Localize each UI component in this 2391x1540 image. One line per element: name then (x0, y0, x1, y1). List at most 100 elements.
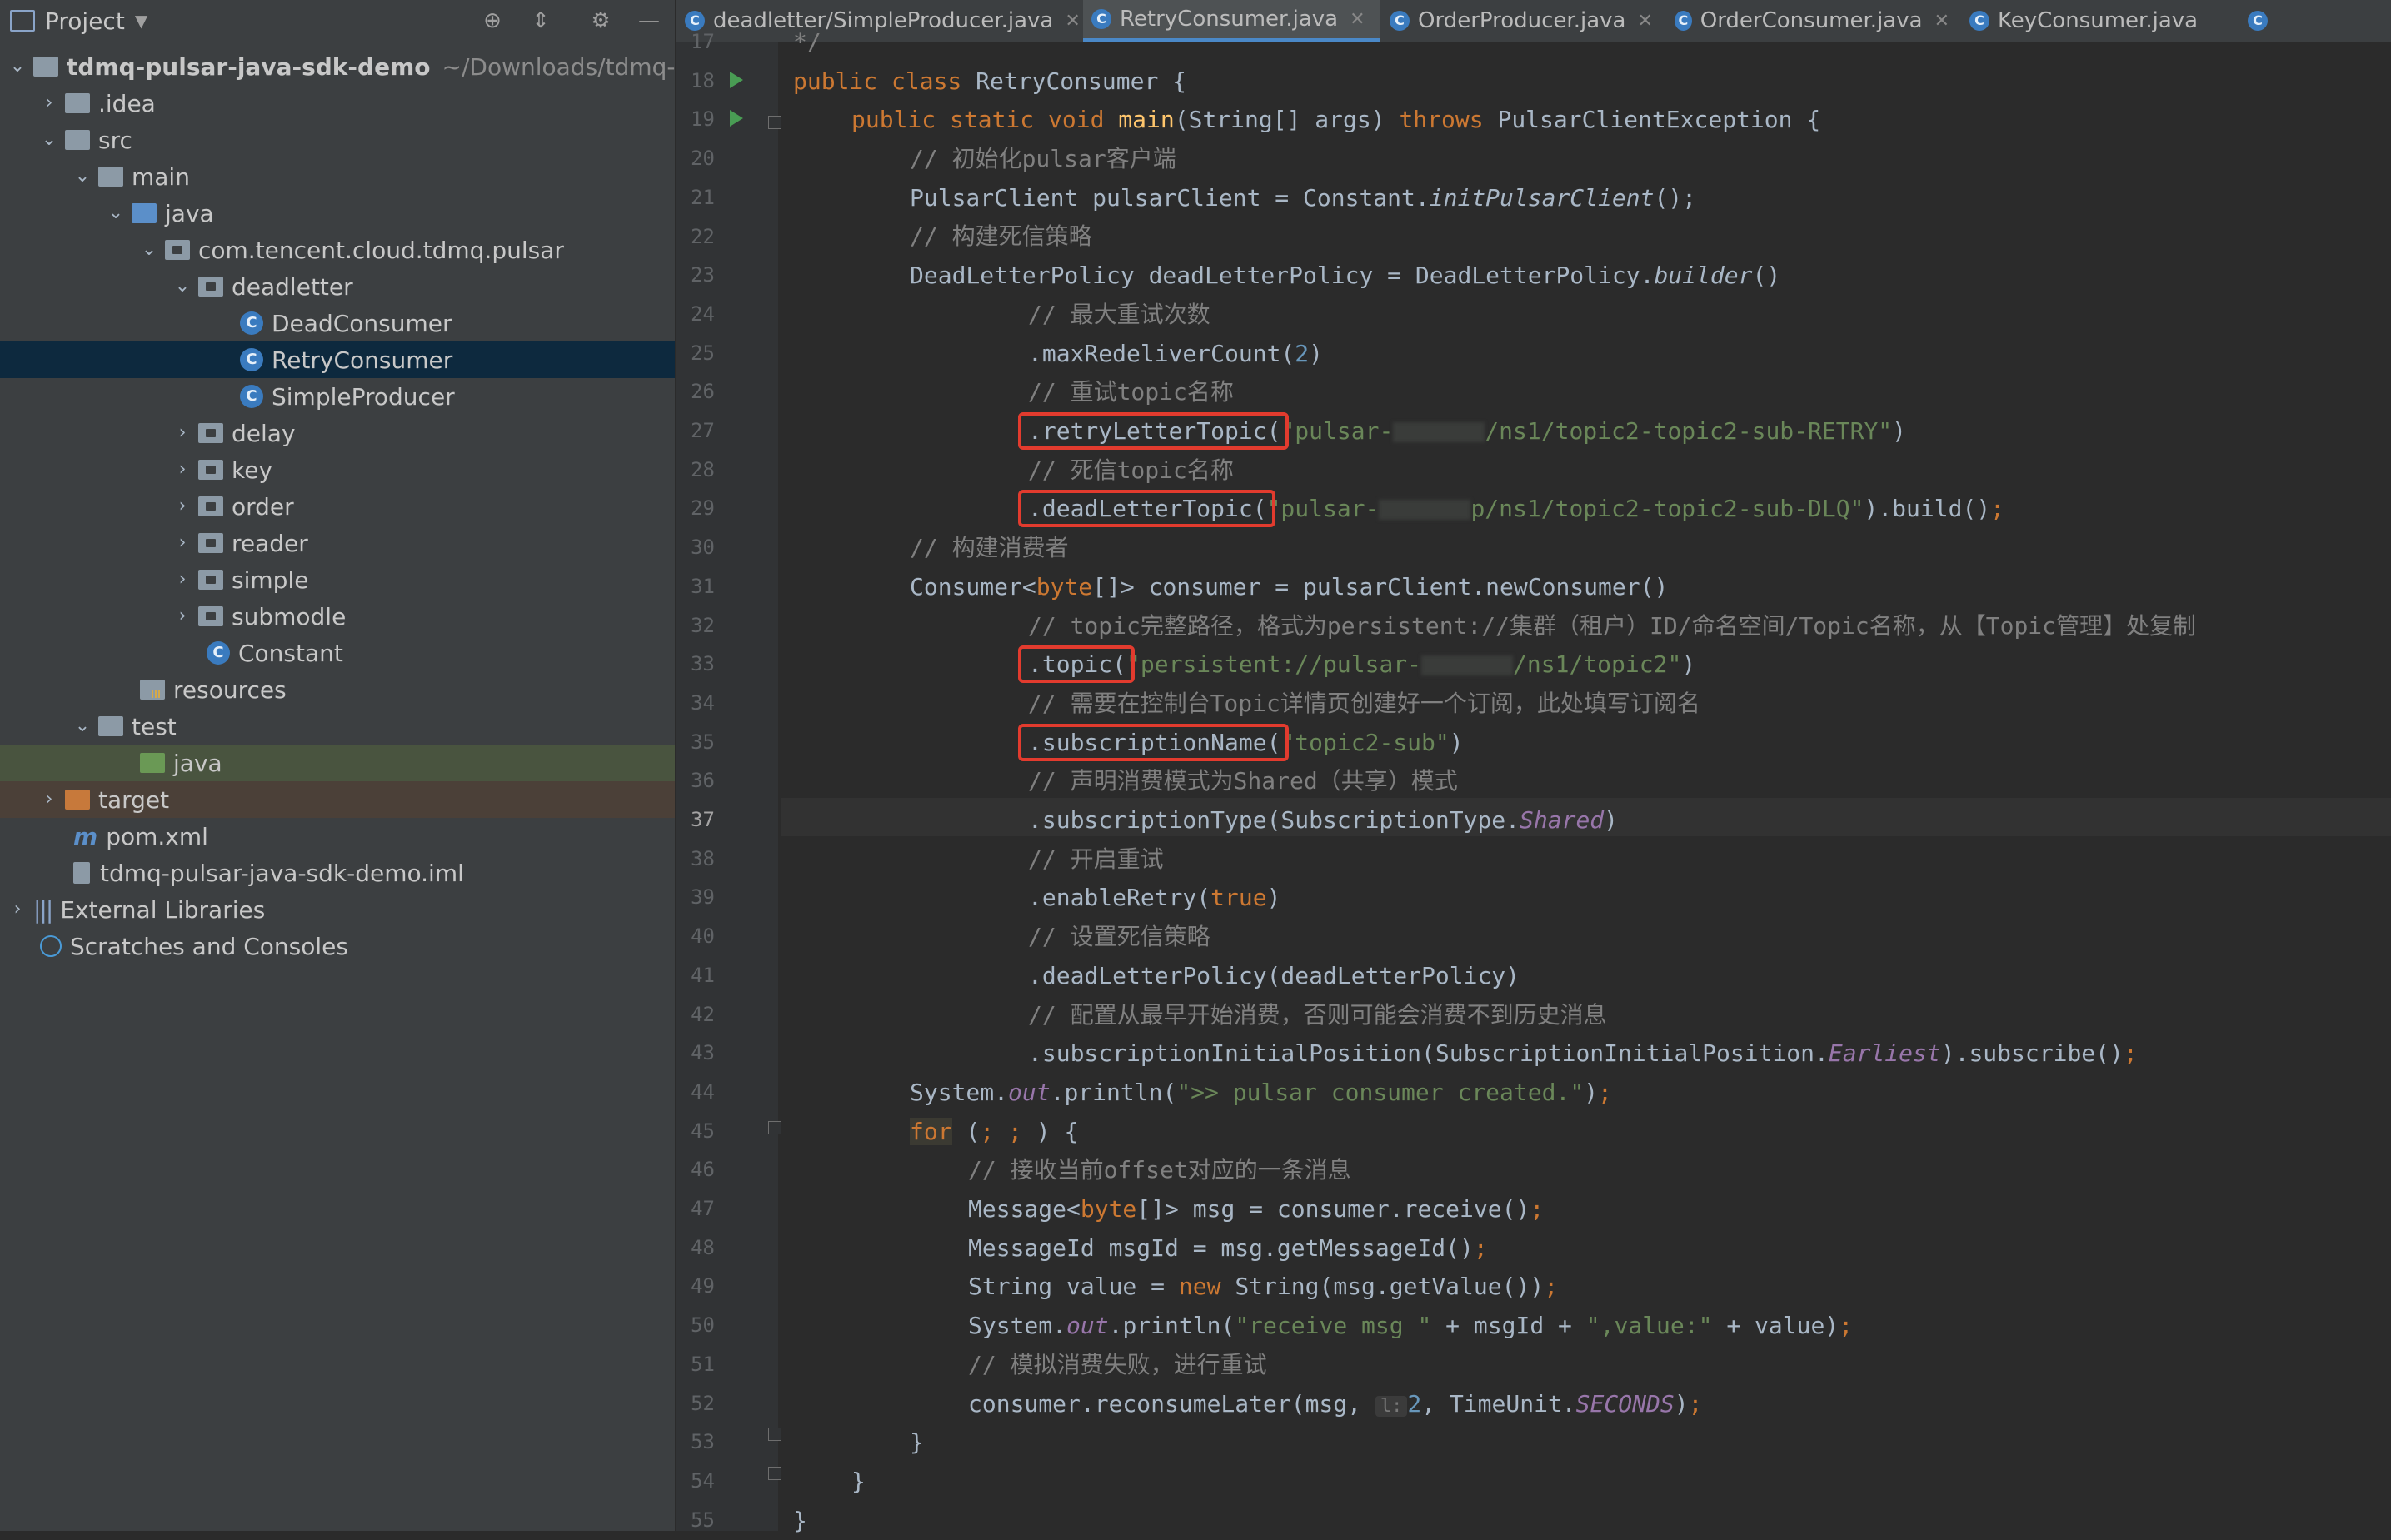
tree-item-package[interactable]: ⌄ com.tencent.cloud.tdmq.pulsar (0, 232, 675, 268)
code-token: 2 (1295, 340, 1310, 367)
code-token: // topic完整路径，格式为persistent://集群（租户）ID/命名… (1028, 612, 2197, 640)
close-icon[interactable]: ✕ (1065, 11, 1080, 32)
code-token: .maxRedeliverCount( (1028, 340, 1295, 367)
line-number: 30 (691, 536, 715, 560)
gear-icon[interactable]: ⚙ (588, 8, 613, 33)
run-main-icon[interactable] (730, 110, 743, 127)
tab-simpleproducer[interactable]: C deadletter/SimpleProducer.java ✕ (676, 0, 1081, 42)
tree-item-label: submodle (232, 602, 347, 630)
line-number: 48 (691, 1235, 715, 1259)
tree-item-constant[interactable]: C Constant (0, 635, 675, 671)
tree-item-scratches[interactable]: Scratches and Consoles (0, 928, 675, 964)
tab-keyconsumer[interactable]: C KeyConsumer.java (1961, 0, 2236, 42)
code-line-38: // 开启重试 (1028, 840, 1164, 879)
tab-orderproducer[interactable]: C OrderProducer.java ✕ (1381, 0, 1665, 42)
tree-item-deadletter[interactable]: ⌄ deadletter (0, 268, 675, 305)
code-line-53: } (910, 1423, 924, 1462)
code-token: DeadLetterPolicy deadLetterPolicy = Dead… (910, 262, 1655, 289)
line-number: 51 (691, 1352, 715, 1376)
code-token: ; ; (980, 1118, 1036, 1145)
tree-item-reader[interactable]: › reader (0, 525, 675, 561)
code-token: ">> pulsar consumer created." (1176, 1079, 1585, 1106)
code-line-50: System.out.println("receive msg " + msgI… (968, 1307, 1853, 1345)
redacted-region (1379, 500, 1471, 520)
close-icon[interactable]: ✕ (1637, 11, 1652, 32)
tree-item-test-java[interactable]: java (0, 745, 675, 781)
code-token: System. (910, 1079, 1009, 1106)
code-token: true (1210, 884, 1267, 911)
line-number: 49 (691, 1274, 715, 1298)
code-token: .subscriptionInitialPosition(Subscriptio… (1028, 1039, 1829, 1067)
fold-icon[interactable] (768, 1428, 781, 1441)
minimize-icon[interactable]: — (636, 8, 661, 33)
close-icon[interactable]: ✕ (1934, 11, 1949, 32)
close-icon[interactable]: ✕ (1350, 9, 1365, 30)
code-token: SECONDS (1575, 1390, 1675, 1418)
tree-item-label: test (132, 712, 177, 740)
package-icon (198, 533, 223, 553)
line-number: 44 (691, 1079, 715, 1104)
code-token: } (851, 1468, 866, 1495)
chevron-right-icon: › (178, 459, 187, 480)
code-token: builder (1654, 262, 1753, 289)
tree-item-delay[interactable]: › delay (0, 415, 675, 451)
code-token: RetryConsumer { (976, 67, 1187, 95)
tree-item-simple[interactable]: › simple (0, 561, 675, 598)
fold-icon[interactable] (768, 1121, 781, 1134)
tree-item-deadconsumer[interactable]: C DeadConsumer (0, 305, 675, 341)
code-editor[interactable]: C deadletter/SimpleProducer.java ✕ C Ret… (676, 0, 2391, 1534)
line-number: 47 (691, 1197, 715, 1220)
code-line-37: .subscriptionType(SubscriptionType.Share… (1028, 801, 1618, 840)
project-view-selector[interactable]: Project ▼ (10, 7, 147, 35)
class-icon: C (2248, 11, 2268, 31)
code-token: "persistent://pulsar- (1126, 650, 1422, 678)
collapse-all-icon[interactable]: ⇕ (528, 8, 553, 33)
folder-icon (98, 167, 123, 187)
tree-item-target[interactable]: › target (0, 781, 675, 818)
code-token: ; (1544, 1273, 1559, 1300)
code-line-19: public static void main(String[] args) t… (851, 101, 1820, 139)
code-token: (String[] args) (1174, 106, 1400, 133)
tree-item-iml[interactable]: tdmq-pulsar-java-sdk-demo.iml (0, 855, 675, 891)
tree-item-test[interactable]: ⌄ test (0, 708, 675, 745)
line-number: 41 (691, 963, 715, 987)
tree-item-project-root[interactable]: ⌄ tdmq-pulsar-java-sdk-demo ~/Downloads/… (0, 48, 675, 85)
tree-item-simpleproducer[interactable]: C SimpleProducer (0, 378, 675, 415)
tree-item-main[interactable]: ⌄ main (0, 158, 675, 195)
excluded-folder-icon (65, 790, 90, 810)
code-line-24: // 最大重试次数 (1028, 296, 1210, 334)
tree-item-idea[interactable]: › .idea (0, 85, 675, 122)
tree-item-resources[interactable]: resources (0, 671, 675, 708)
line-number: 29 (691, 496, 715, 521)
package-icon (198, 423, 223, 443)
line-number: 36 (691, 769, 715, 793)
locate-icon[interactable]: ⊕ (480, 8, 505, 33)
run-class-icon[interactable] (730, 72, 743, 88)
code-token: ; (1598, 1079, 1612, 1106)
tab-overflow[interactable]: C (2239, 0, 2289, 42)
line-number: 20 (691, 147, 715, 171)
tab-retryconsumer[interactable]: C RetryConsumer.java ✕ (1083, 0, 1380, 42)
tree-item-src[interactable]: ⌄ src (0, 122, 675, 158)
tree-item-order[interactable]: › order (0, 488, 675, 525)
tree-item-external-libraries[interactable]: › ||| External Libraries (0, 891, 675, 928)
tree-item-retryconsumer[interactable]: C RetryConsumer (0, 341, 675, 378)
code-token: ).build() (1864, 495, 1991, 522)
folder-icon (65, 93, 90, 113)
code-token: } (793, 1507, 807, 1534)
tree-item-pom[interactable]: m pom.xml (0, 818, 675, 855)
fold-icon[interactable] (768, 1467, 781, 1480)
tree-item-java[interactable]: ⌄ java (0, 195, 675, 232)
fold-icon[interactable] (768, 116, 781, 129)
code-line-23: DeadLetterPolicy deadLetterPolicy = Dead… (910, 257, 1780, 295)
tree-item-key[interactable]: › key (0, 451, 675, 488)
code-token: ; (1530, 1195, 1545, 1223)
code-token: ; (1688, 1390, 1703, 1418)
package-icon (198, 570, 223, 590)
tree-item-label: src (98, 126, 132, 154)
line-number: 19 (691, 107, 715, 132)
tab-orderconsumer[interactable]: C OrderConsumer.java ✕ (1666, 0, 1949, 42)
redacted-region (1421, 655, 1514, 675)
tree-item-submodle[interactable]: › submodle (0, 598, 675, 635)
code-line-32: // topic完整路径，格式为persistent://集群（租户）ID/命名… (1028, 607, 2196, 645)
